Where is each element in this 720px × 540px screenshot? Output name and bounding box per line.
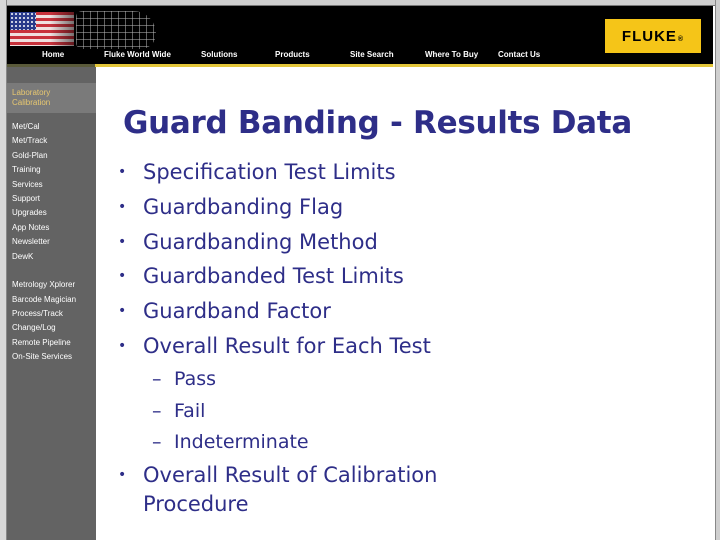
bullet-icon: • — [118, 164, 127, 180]
sidebar-item-metcal[interactable]: Met/Cal — [12, 122, 40, 131]
sidebar-item-training[interactable]: Training — [12, 165, 41, 174]
bullet-item: • Guardbanded Test Limits — [118, 264, 404, 288]
bullet-icon: • — [118, 268, 127, 284]
bullet-icon: • — [118, 234, 127, 250]
nav-fluke-world-wide[interactable]: Fluke World Wide — [104, 50, 171, 59]
header-banner — [10, 9, 160, 49]
bullet-text: Guardbanded Test Limits — [143, 264, 404, 288]
sidebar-item-metrology-xplorer[interactable]: Metrology Xplorer — [12, 280, 75, 289]
window-frame-right — [715, 0, 720, 540]
sub-bullet-item: – Pass — [152, 368, 216, 390]
sidebar-item-gold-plan[interactable]: Gold-Plan — [12, 151, 48, 160]
sidebar-item-upgrades[interactable]: Upgrades — [12, 208, 47, 217]
nav-home[interactable]: Home — [42, 50, 64, 59]
flag-union — [10, 12, 36, 30]
nav-where-to-buy[interactable]: Where To Buy — [425, 50, 478, 59]
bullet-item: • Specification Test Limits — [118, 160, 396, 184]
sidebar: Laboratory Calibration Met/Cal Met/Track… — [7, 67, 96, 540]
bullet-icon: • — [118, 467, 127, 483]
bullet-text: Specification Test Limits — [143, 160, 396, 184]
fluke-logo[interactable]: FLUKE ® — [605, 19, 701, 53]
world-map-globe-icon — [76, 11, 156, 49]
sidebar-item-change-log[interactable]: Change/Log — [12, 323, 56, 332]
sidebar-title-line1: Laboratory — [12, 88, 51, 97]
logo-text: FLUKE — [621, 27, 677, 45]
sidebar-item-dewk[interactable]: DewK — [12, 252, 33, 261]
sidebar-item-newsletter[interactable]: Newsletter — [12, 237, 50, 246]
bullet-item: • Overall Result for Each Test — [118, 334, 431, 358]
top-nav: Home Fluke World Wide Solutions Products… — [7, 50, 547, 64]
bullet-icon: • — [118, 338, 127, 354]
sidebar-item-app-notes[interactable]: App Notes — [12, 223, 49, 232]
sidebar-item-barcode-magician[interactable]: Barcode Magician — [12, 295, 76, 304]
sidebar-title-line2: Calibration — [12, 98, 51, 107]
sub-bullet-text: Pass — [174, 368, 217, 390]
bullet-item: • Guardbanding Flag — [118, 195, 343, 219]
nav-solutions[interactable]: Solutions — [201, 50, 237, 59]
nav-contact-us[interactable]: Contact Us — [498, 50, 540, 59]
bullet-item: • Guardband Factor — [118, 299, 331, 323]
registered-mark: ® — [677, 35, 685, 43]
sidebar-item-services[interactable]: Services — [12, 180, 43, 189]
sidebar-section-title[interactable]: Laboratory Calibration — [7, 83, 96, 113]
dash-icon: – — [152, 400, 162, 422]
bullet-text: Overall Result for Each Test — [143, 334, 431, 358]
bullet-continuation: Procedure — [143, 492, 249, 516]
nav-products[interactable]: Products — [275, 50, 310, 59]
dash-icon: – — [152, 368, 162, 390]
sidebar-item-support[interactable]: Support — [12, 194, 40, 203]
bullet-icon: • — [118, 199, 127, 215]
sidebar-item-remote-pipeline[interactable]: Remote Pipeline — [12, 338, 71, 347]
bullet-icon: • — [118, 303, 127, 319]
bullet-item: • Overall Result of Calibration — [118, 463, 437, 487]
window-frame-left — [0, 0, 7, 540]
sidebar-item-mettrack[interactable]: Met/Track — [12, 136, 47, 145]
sub-bullet-item: – Indeterminate — [152, 431, 309, 453]
sub-bullet-item: – Fail — [152, 400, 205, 422]
bullet-text: Guardbanding Method — [143, 230, 378, 254]
slide-title: Guard Banding - Results Data — [123, 105, 632, 141]
slide-content: Guard Banding - Results Data • Specificat… — [96, 67, 713, 540]
bullet-text: Guardbanding Flag — [143, 195, 344, 219]
nav-site-search[interactable]: Site Search — [350, 50, 394, 59]
sidebar-section-title-text: Laboratory Calibration — [12, 88, 50, 108]
sidebar-item-process-track[interactable]: Process/Track — [12, 309, 63, 318]
site-header: Home Fluke World Wide Solutions Products… — [7, 6, 713, 64]
dash-icon: – — [152, 431, 162, 453]
bullet-item: • Guardbanding Method — [118, 230, 378, 254]
bullet-text: Overall Result of Calibration — [143, 463, 438, 487]
sub-bullet-text: Fail — [174, 400, 206, 422]
sidebar-item-on-site-services[interactable]: On-Site Services — [12, 352, 72, 361]
sub-bullet-text: Indeterminate — [174, 431, 309, 453]
bullet-text: Guardband Factor — [143, 299, 331, 323]
